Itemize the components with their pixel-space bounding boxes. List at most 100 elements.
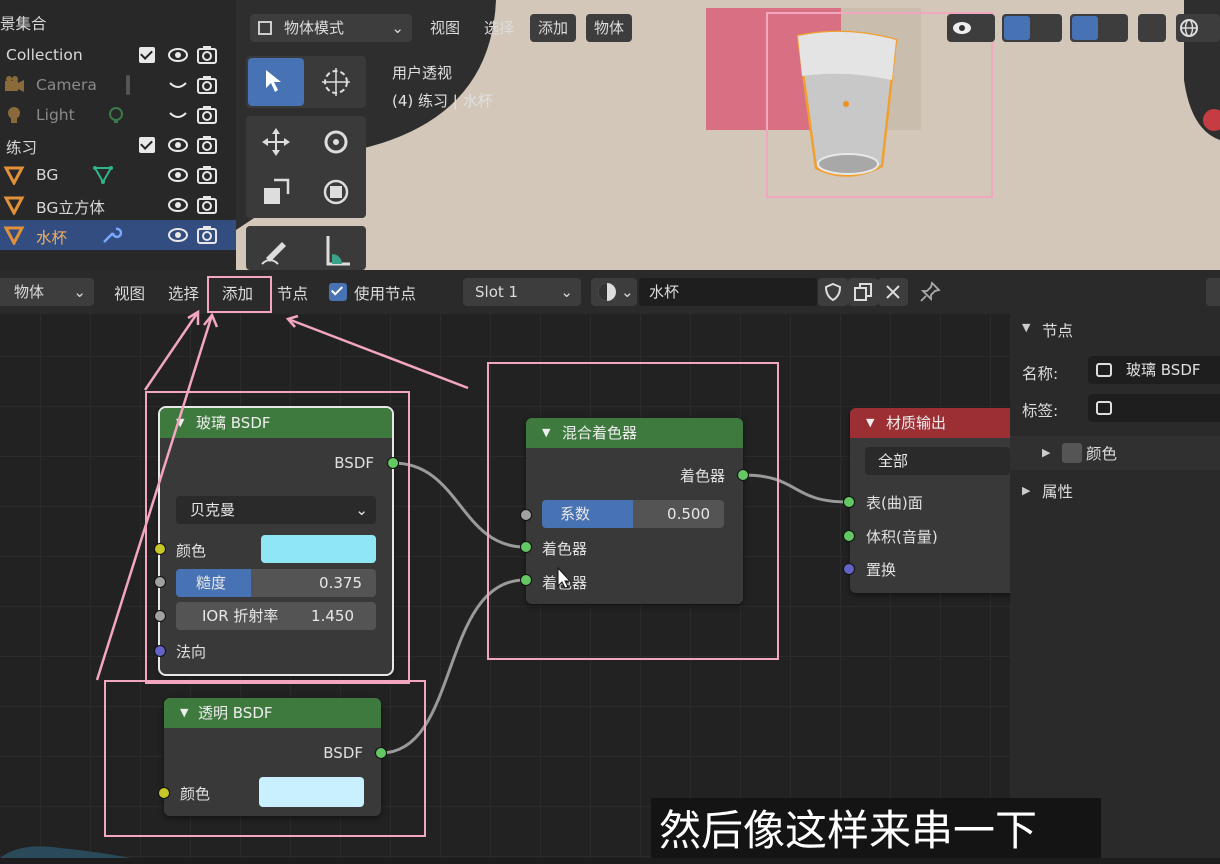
light-object-icon — [8, 107, 20, 123]
color-subpanel[interactable]: ▶ 颜色 — [1010, 436, 1220, 470]
menu-select[interactable]: 选择 — [476, 14, 522, 42]
shading-wireframe-button[interactable] — [1176, 14, 1220, 42]
pencil-icon — [261, 242, 286, 265]
mesh-object-icon — [3, 226, 25, 245]
overlay-icon — [1072, 16, 1098, 40]
camera-render-icon[interactable] — [196, 105, 218, 125]
camera-render-icon[interactable] — [196, 165, 218, 185]
name-label: 名称: — [1022, 365, 1059, 383]
rotate-icon — [324, 130, 348, 154]
expand-icon: ▶ — [1042, 446, 1051, 459]
video-caption: 然后像这样来串一下 — [651, 798, 1101, 858]
gizmo-dropdown[interactable] — [1002, 14, 1062, 42]
light-data-icon — [109, 107, 123, 123]
node-icon — [1096, 363, 1112, 377]
scale-icon — [264, 178, 290, 204]
camera-render-icon[interactable] — [196, 75, 218, 95]
visibility-dropdown[interactable] — [947, 14, 995, 42]
outliner-panel: 景集合 Collection Camera Light 练习 BG BG立方体 … — [0, 0, 236, 270]
node-icon — [1096, 401, 1112, 415]
mode-dropdown[interactable]: 物体模式 ⌄ — [250, 14, 412, 42]
cursor-move-icon — [266, 70, 281, 92]
row-label: Light — [36, 106, 75, 124]
outliner-row-collection-practice[interactable]: 练习 — [0, 130, 236, 160]
globe-icon — [1180, 19, 1198, 37]
attributes-section-title: 属性 — [1042, 483, 1074, 501]
viewport-overlay-perspective: 用户透视 — [392, 64, 453, 82]
row-label: Camera — [36, 76, 97, 94]
outliner-row-collection[interactable]: Collection — [0, 40, 236, 70]
camera-render-icon[interactable] — [196, 135, 218, 155]
scale-tool[interactable] — [248, 168, 304, 216]
checkbox-icon[interactable] — [139, 47, 155, 63]
eye-icon[interactable] — [167, 226, 189, 244]
eye-icon[interactable] — [167, 136, 189, 154]
camera-render-icon[interactable] — [196, 195, 218, 215]
rotate-tool[interactable] — [308, 118, 364, 166]
move-arrows-icon — [262, 128, 290, 156]
transform-icon — [323, 179, 349, 205]
eye-icon[interactable] — [167, 166, 189, 184]
3d-viewport[interactable]: 物体模式 ⌄ 视图 选择 添加 物体 用户透视 (4) 练习 | 水杯 — [236, 0, 1220, 270]
viewport-overlay-object: (4) 练习 | 水杯 — [392, 92, 493, 110]
camera-render-icon[interactable] — [196, 45, 218, 65]
mesh-object-icon — [3, 196, 25, 215]
wrench-modifier-icon — [103, 227, 122, 243]
outliner-row-bg[interactable]: BG — [0, 160, 236, 190]
sidebar-toggle[interactable] — [1206, 278, 1220, 306]
gizmo-icon — [1004, 16, 1030, 40]
mesh-data-icon — [93, 166, 113, 185]
menu-view[interactable]: 视图 — [422, 14, 468, 42]
color-subpanel-label: 颜色 — [1086, 445, 1118, 463]
measure-tool[interactable] — [308, 228, 364, 270]
outliner-title: 景集合 — [0, 15, 47, 33]
outliner-row-bg-cube[interactable]: BG立方体 — [0, 190, 236, 220]
checkbox-icon[interactable] — [139, 137, 155, 153]
row-label: BG — [36, 166, 59, 184]
row-label: BG立方体 — [36, 199, 105, 217]
object-mode-icon — [258, 21, 272, 35]
toolbar-group-annotate — [246, 226, 366, 270]
menu-add[interactable]: 添加 — [530, 14, 577, 42]
xray-toggle[interactable] — [1138, 14, 1166, 42]
eye-icon — [953, 22, 971, 34]
eye-closed-icon[interactable] — [167, 106, 189, 124]
row-label: 水杯 — [36, 229, 68, 247]
eye-icon[interactable] — [167, 196, 189, 214]
node-name-value: 玻璃 BSDF — [1126, 361, 1201, 379]
toolbar-group-select — [246, 56, 366, 108]
annotation-box-transparent — [104, 680, 426, 837]
ruler-icon — [326, 236, 350, 266]
toolbar-group-transform — [246, 116, 366, 218]
cursor-tool[interactable] — [308, 58, 364, 106]
eye-closed-icon[interactable] — [167, 76, 189, 94]
tag-label: 标签: — [1022, 402, 1059, 420]
eye-icon[interactable] — [167, 46, 189, 64]
node-properties-panel: ▼ 节点 名称: 玻璃 BSDF 标签: ▶ 颜色 ▶ 属性 — [1010, 314, 1220, 858]
row-label: Collection — [6, 46, 83, 64]
mode-label: 物体模式 — [284, 19, 345, 37]
camera-render-icon[interactable] — [196, 225, 218, 245]
annotate-tool[interactable] — [248, 228, 304, 270]
color-checkbox[interactable] — [1062, 443, 1082, 463]
node-label-field[interactable] — [1088, 394, 1220, 422]
mesh-object-icon — [3, 166, 25, 185]
camera-object-icon — [5, 76, 24, 92]
outliner-row-camera[interactable]: Camera — [0, 70, 236, 100]
node-name-field[interactable]: 玻璃 BSDF — [1088, 356, 1220, 384]
collapse-icon[interactable]: ▼ — [1022, 321, 1030, 334]
overlay-dropdown[interactable] — [1070, 14, 1128, 42]
crosshair-icon — [322, 68, 350, 96]
decorative-shape — [0, 846, 130, 858]
properties-section-title: 节点 — [1042, 322, 1074, 340]
move-tool[interactable] — [248, 118, 304, 166]
annotation-arrows — [95, 309, 469, 681]
camera-data-icon — [126, 75, 130, 95]
expand-icon[interactable]: ▶ — [1022, 484, 1030, 497]
transform-tool[interactable] — [308, 168, 364, 216]
outliner-row-light[interactable]: Light — [0, 100, 236, 130]
chevron-down-icon: ⌄ — [391, 19, 404, 37]
select-box-tool[interactable] — [248, 58, 304, 106]
outliner-row-cup[interactable]: 水杯 — [0, 220, 236, 250]
menu-object[interactable]: 物体 — [586, 14, 633, 42]
